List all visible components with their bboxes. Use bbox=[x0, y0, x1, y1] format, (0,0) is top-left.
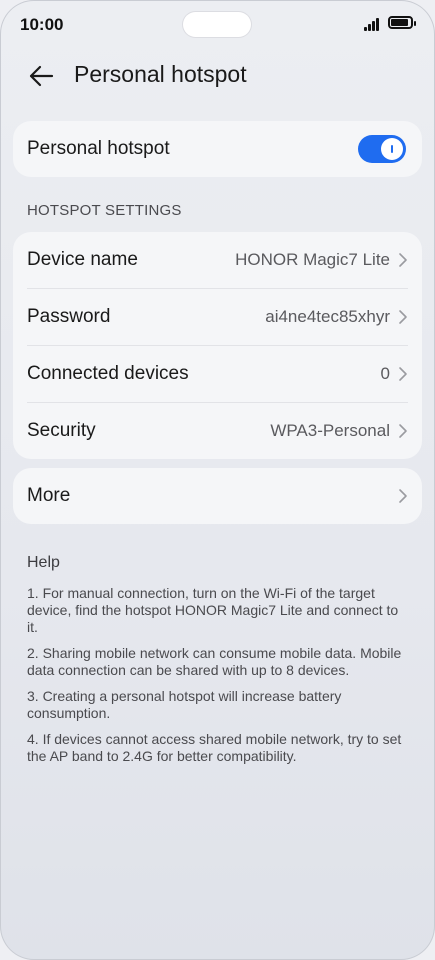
chevron-right-icon bbox=[399, 367, 407, 381]
chevron-right-icon bbox=[399, 253, 407, 267]
section-title-hotspot-settings: HOTSPOT SETTINGS bbox=[27, 202, 182, 219]
security-value: WPA3-Personal bbox=[270, 421, 390, 440]
password-label: Password bbox=[27, 306, 111, 327]
battery-icon bbox=[388, 16, 416, 29]
hotspot-toggle-label: Personal hotspot bbox=[27, 138, 170, 159]
camera-cutout bbox=[183, 12, 251, 37]
help-item: 3. Creating a personal hotspot will incr… bbox=[27, 688, 342, 721]
back-arrow-icon[interactable] bbox=[28, 63, 54, 89]
toggle-knob bbox=[381, 138, 403, 160]
connected-devices-label: Connected devices bbox=[27, 363, 189, 384]
signal-icon bbox=[364, 17, 384, 31]
help-item: 4. If devices cannot access shared mobil… bbox=[27, 731, 402, 764]
password-value: ai4ne4tec85xhyr bbox=[265, 307, 390, 326]
chevron-right-icon bbox=[399, 424, 407, 438]
device-name-row[interactable]: Device name HONOR Magic7 Lite bbox=[13, 232, 422, 288]
help-item: 1. For manual connection, turn on the Wi… bbox=[27, 585, 399, 635]
help-item: 2. Sharing mobile network can consume mo… bbox=[27, 645, 402, 678]
hotspot-toggle-card: Personal hotspot bbox=[13, 121, 422, 177]
connected-devices-row[interactable]: Connected devices 0 bbox=[13, 346, 422, 402]
chevron-right-icon bbox=[399, 489, 407, 503]
hotspot-toggle-row[interactable]: Personal hotspot bbox=[13, 121, 422, 177]
password-row[interactable]: Password ai4ne4tec85xhyr bbox=[13, 289, 422, 345]
status-time: 10:00 bbox=[20, 15, 64, 34]
more-label: More bbox=[27, 485, 71, 506]
security-row[interactable]: Security WPA3-Personal bbox=[13, 403, 422, 459]
help-title: Help bbox=[27, 554, 60, 571]
more-row[interactable]: More bbox=[13, 468, 422, 524]
security-label: Security bbox=[27, 420, 96, 441]
page-title: Personal hotspot bbox=[74, 61, 247, 87]
device-name-label: Device name bbox=[27, 249, 138, 270]
hotspot-toggle-switch[interactable] bbox=[358, 135, 406, 163]
chevron-right-icon bbox=[399, 310, 407, 324]
help-section: Help 1. For manual connection, turn on t… bbox=[27, 554, 412, 774]
hotspot-settings-card: Device name HONOR Magic7 Lite Password a… bbox=[13, 232, 422, 459]
header: Personal hotspot bbox=[0, 52, 435, 100]
device-name-value: HONOR Magic7 Lite bbox=[235, 250, 390, 269]
connected-devices-value: 0 bbox=[380, 364, 390, 383]
status-bar: 10:00 bbox=[0, 0, 435, 50]
more-card: More bbox=[13, 468, 422, 524]
phone-screen: 10:00 Personal hotspot Personal hotspot … bbox=[0, 0, 435, 960]
